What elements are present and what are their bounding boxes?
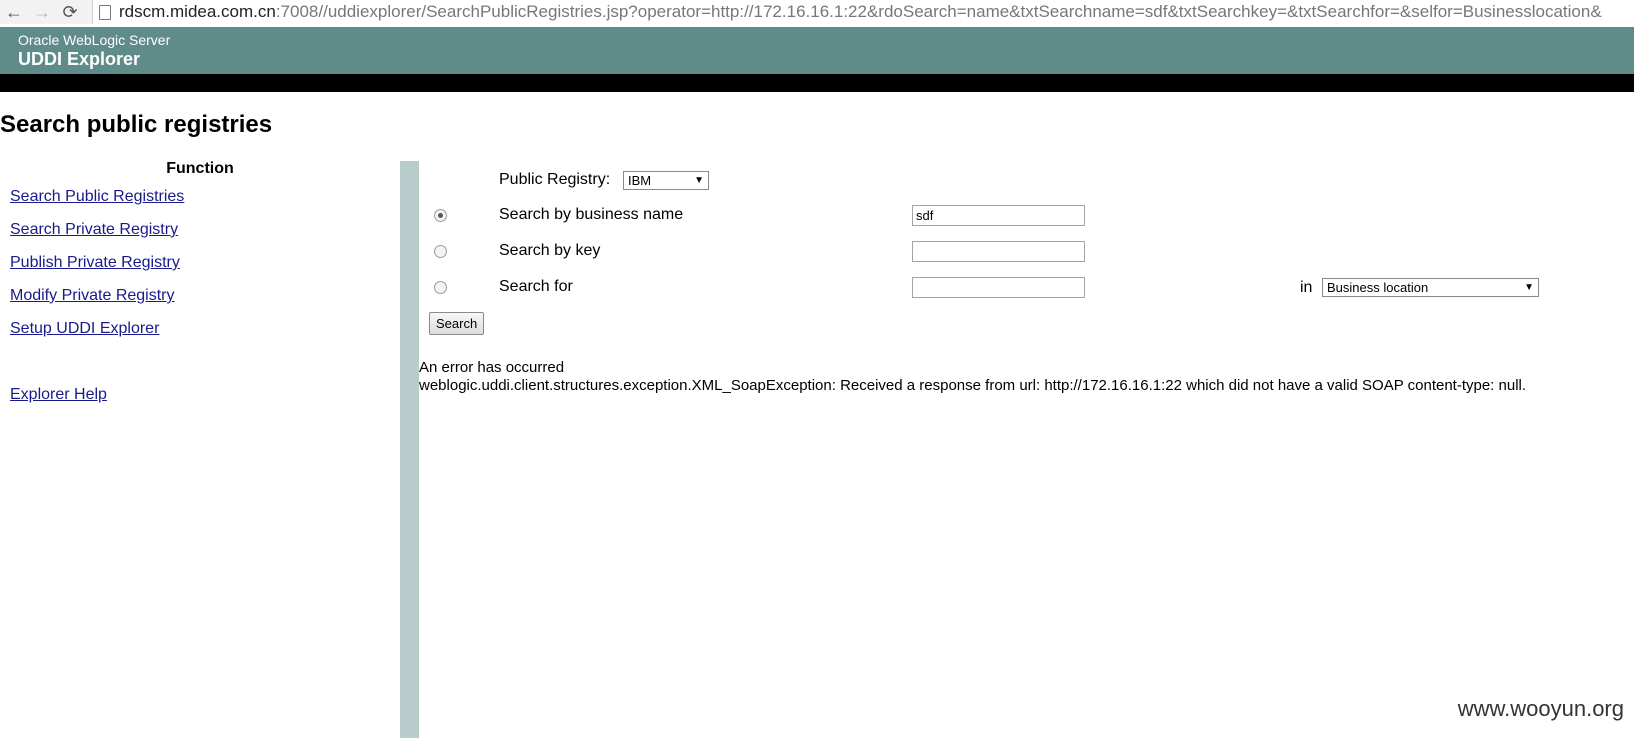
vertical-divider bbox=[400, 161, 419, 738]
page-icon bbox=[99, 4, 111, 20]
chevron-down-icon: ▼ bbox=[694, 175, 704, 186]
function-heading: Function bbox=[166, 160, 234, 177]
sidebar-link-help[interactable]: Explorer Help bbox=[10, 386, 107, 404]
error-panel: An error has occurred weblogic.uddi.clie… bbox=[419, 359, 1526, 395]
reload-icon[interactable]: ⟳ bbox=[56, 0, 84, 24]
search-for-label: Search for bbox=[499, 278, 573, 295]
search-by-key-label: Search by key bbox=[499, 242, 601, 259]
radio-search-for[interactable] bbox=[434, 281, 447, 294]
public-registry-label: Public Registry: bbox=[499, 171, 611, 188]
error-message: weblogic.uddi.client.structures.exceptio… bbox=[419, 377, 1527, 394]
search-by-name-label: Search by business name bbox=[499, 206, 684, 223]
app-name: UDDI Explorer bbox=[18, 49, 141, 69]
url-host: rdscm.midea.com.cn bbox=[119, 2, 276, 21]
radio-search-by-key[interactable] bbox=[434, 245, 447, 258]
error-title: An error has occurred bbox=[419, 359, 565, 376]
product-name: Oracle WebLogic Server bbox=[18, 32, 171, 48]
chevron-down-icon: ▼ bbox=[1524, 282, 1534, 293]
url-path: :7008//uddiexplorer/SearchPublicRegistri… bbox=[275, 2, 1602, 21]
business-name-input[interactable]: sdf bbox=[912, 205, 1085, 226]
header-banner: Oracle WebLogic Server UDDI Explorer bbox=[0, 27, 1634, 74]
forward-icon[interactable]: → bbox=[28, 0, 56, 24]
sidebar-link-modify-private[interactable]: Modify Private Registry bbox=[10, 287, 175, 305]
page-title: Search public registries bbox=[0, 111, 273, 138]
back-icon[interactable]: ← bbox=[0, 0, 28, 24]
sidebar-link-search-public[interactable]: Search Public Registries bbox=[10, 188, 184, 206]
radio-search-by-name[interactable] bbox=[434, 209, 447, 222]
sidebar-link-search-private[interactable]: Search Private Registry bbox=[10, 221, 178, 239]
public-registry-value: IBM bbox=[628, 173, 652, 188]
sidebar-link-setup[interactable]: Setup UDDI Explorer bbox=[10, 320, 159, 338]
in-label: in bbox=[1300, 279, 1313, 296]
search-for-input[interactable] bbox=[912, 277, 1085, 298]
browser-toolbar: ← → ⟳ rdscm.midea.com.cn:7008//uddiexplo… bbox=[0, 0, 1634, 24]
search-in-select[interactable]: Business location ▼ bbox=[1322, 278, 1539, 297]
public-registry-select[interactable]: IBM ▼ bbox=[623, 171, 709, 190]
header-divider bbox=[0, 74, 1634, 92]
search-key-input[interactable] bbox=[912, 241, 1085, 262]
sidebar-link-publish-private[interactable]: Publish Private Registry bbox=[10, 254, 180, 272]
search-button[interactable]: Search bbox=[429, 312, 485, 335]
watermark: www.wooyun.org bbox=[1457, 696, 1624, 721]
address-bar[interactable]: rdscm.midea.com.cn:7008//uddiexplorer/Se… bbox=[92, 0, 1634, 24]
search-in-value: Business location bbox=[1327, 280, 1429, 295]
